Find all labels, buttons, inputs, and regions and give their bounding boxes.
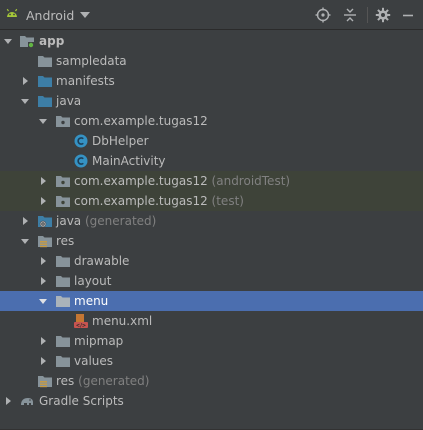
folder-icon	[37, 53, 53, 69]
resources-folder-icon	[37, 233, 53, 249]
generated-folder-icon	[37, 213, 53, 229]
tree-item-suffix: (androidTest)	[211, 174, 291, 188]
tree-item-label: java	[56, 94, 82, 108]
tree-item-package-android-test[interactable]: com.example.tugas12 (androidTest)	[0, 171, 423, 191]
tree-item-java[interactable]: java	[0, 91, 423, 111]
xml-file-icon: </>	[73, 313, 89, 329]
chevron-right-icon[interactable]	[37, 351, 49, 371]
package-icon	[55, 173, 71, 189]
chevron-down-icon[interactable]	[37, 291, 49, 311]
view-selector-dropdown[interactable]: Android	[4, 4, 91, 26]
folder-icon	[37, 73, 53, 89]
tree-item-label: app	[39, 34, 65, 48]
folder-icon	[55, 273, 71, 289]
tree-item-label: com.example.tugas12	[74, 114, 208, 128]
tree-item-layout[interactable]: layout	[0, 271, 423, 291]
tree-item-label: Gradle Scripts	[39, 394, 124, 408]
tree-item-label: drawable	[74, 254, 130, 268]
toolbar-separator	[367, 7, 368, 23]
tree-item-sampledata[interactable]: sampledata	[0, 51, 423, 71]
tree-item-mipmap[interactable]: mipmap	[0, 331, 423, 351]
package-icon	[55, 113, 71, 129]
folder-icon	[55, 353, 71, 369]
class-icon	[73, 153, 89, 169]
tree-item-label: mipmap	[74, 334, 124, 348]
tree-item-dbhelper[interactable]: DbHelper	[0, 131, 423, 151]
folder-icon	[55, 293, 71, 309]
project-toolbar: Android	[0, 0, 423, 30]
chevron-right-icon[interactable]	[37, 191, 49, 211]
tree-item-label: MainActivity	[92, 154, 166, 168]
tree-item-label: res (generated)	[56, 374, 150, 388]
tree-item-app[interactable]: app	[0, 31, 423, 51]
tree-item-drawable[interactable]: drawable	[0, 251, 423, 271]
tree-item-suffix: (test)	[211, 194, 244, 208]
chevron-right-icon[interactable]	[2, 391, 14, 411]
chevron-right-icon[interactable]	[37, 171, 49, 191]
minimize-icon[interactable]	[399, 6, 417, 24]
gear-icon[interactable]	[374, 6, 392, 24]
chevron-down-icon[interactable]	[19, 91, 31, 111]
tree-item-values[interactable]: values	[0, 351, 423, 371]
tree-item-label: menu	[74, 294, 109, 308]
tree-item-java-generated[interactable]: java (generated)	[0, 211, 423, 231]
gradle-icon	[19, 393, 35, 409]
chevron-down-icon[interactable]	[2, 31, 14, 51]
tree-item-menu[interactable]: menu	[0, 291, 423, 311]
tree-item-label: DbHelper	[92, 134, 149, 148]
tree-item-res[interactable]: res	[0, 231, 423, 251]
chevron-right-icon[interactable]	[19, 211, 31, 231]
tree-item-label: layout	[74, 274, 112, 288]
target-icon[interactable]	[314, 6, 332, 24]
chevron-right-icon[interactable]	[37, 251, 49, 271]
tree-item-label: com.example.tugas12 (androidTest)	[74, 174, 291, 188]
chevron-right-icon[interactable]	[37, 331, 49, 351]
tree-item-suffix: (generated)	[84, 214, 157, 228]
view-selector-label: Android	[26, 7, 75, 23]
tree-item-package[interactable]: com.example.tugas12	[0, 111, 423, 131]
chevron-down-icon[interactable]	[37, 111, 49, 131]
folder-icon	[55, 253, 71, 269]
chevron-right-icon[interactable]	[37, 271, 49, 291]
folder-icon	[55, 333, 71, 349]
module-folder-icon	[19, 33, 35, 49]
chevron-right-icon[interactable]	[19, 71, 31, 91]
tree-item-menu-xml[interactable]: </> menu.xml	[0, 311, 423, 331]
tree-item-gradle-scripts[interactable]: Gradle Scripts	[0, 391, 423, 411]
source-folder-icon	[37, 93, 53, 109]
svg-text:</>: </>	[76, 323, 86, 329]
chevron-down-icon[interactable]	[19, 231, 31, 251]
tree-item-label: java (generated)	[56, 214, 157, 228]
tree-item-manifests[interactable]: manifests	[0, 71, 423, 91]
tree-item-label: sampledata	[56, 54, 127, 68]
tree-item-label: manifests	[56, 74, 115, 88]
chevron-down-icon	[80, 12, 91, 18]
tree-item-label: res	[56, 234, 75, 248]
tree-item-label: menu.xml	[92, 314, 153, 328]
tree-item-package-test[interactable]: com.example.tugas12 (test)	[0, 191, 423, 211]
collapse-icon[interactable]	[341, 6, 359, 24]
resources-folder-icon	[37, 373, 53, 389]
tree-item-res-generated[interactable]: res (generated)	[0, 371, 423, 391]
tree-item-label: values	[74, 354, 114, 368]
tree-item-suffix: (generated)	[78, 374, 150, 388]
tree-item-label: com.example.tugas12 (test)	[74, 194, 244, 208]
class-icon	[73, 133, 89, 149]
android-icon	[4, 7, 20, 23]
tree-item-mainactivity[interactable]: MainActivity	[0, 151, 423, 171]
package-icon	[55, 193, 71, 209]
